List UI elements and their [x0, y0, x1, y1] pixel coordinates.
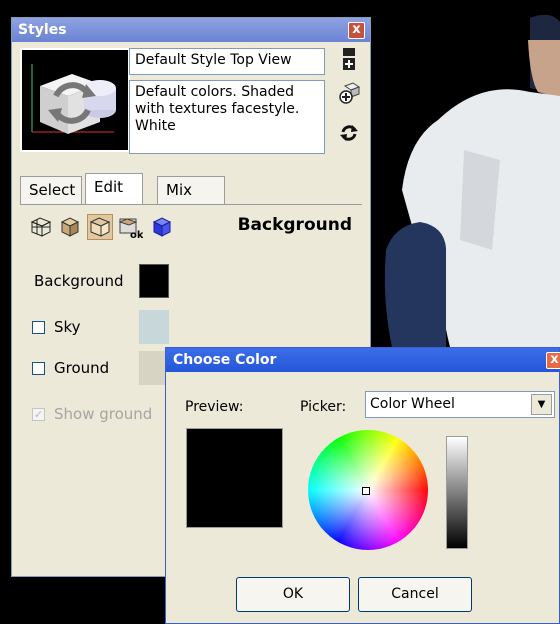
color-preview — [186, 428, 283, 528]
ok-button[interactable]: OK — [236, 577, 350, 612]
choose-color-close-icon[interactable]: x — [546, 352, 560, 369]
background-settings-icon[interactable] — [87, 214, 113, 240]
modeling-settings-icon[interactable] — [149, 214, 175, 240]
ground-label: Ground — [54, 359, 110, 377]
background-label: Background — [34, 272, 124, 290]
show-ground-checkbox[interactable]: ✓ — [32, 408, 45, 421]
picker-select-value: Color Wheel — [370, 396, 455, 412]
choose-color-dialog: Choose Color x Preview: Picker: Color Wh… — [165, 347, 560, 624]
tab-edit[interactable]: Edit — [85, 173, 143, 204]
sky-row: Sky — [32, 318, 81, 336]
ground-row: Ground — [32, 359, 109, 377]
styles-close-icon[interactable]: x — [348, 22, 365, 39]
preview-label: Preview: — [185, 399, 244, 415]
refresh-icon[interactable] — [339, 122, 359, 146]
color-wheel-marker[interactable] — [362, 487, 370, 495]
tab-mix[interactable]: Mix — [157, 176, 225, 204]
edit-settings-toolbar: ok Background — [24, 214, 362, 244]
style-thumbnail[interactable] — [20, 48, 130, 152]
style-name-field[interactable]: Default Style Top View — [129, 48, 325, 75]
update-style-icon[interactable] — [339, 82, 361, 106]
picker-label: Picker: — [300, 399, 347, 415]
chevron-down-icon[interactable]: ▼ — [531, 394, 552, 415]
sky-color-swatch[interactable] — [139, 310, 169, 344]
style-thumbnail-icon — [31, 64, 116, 134]
screen: Styles x Default Style Top View Default … — [0, 0, 560, 624]
tab-divider — [20, 204, 362, 205]
create-style-icon[interactable] — [339, 47, 359, 71]
picker-select[interactable]: Color Wheel ▼ — [365, 391, 555, 418]
sky-label: Sky — [54, 318, 81, 336]
choose-color-title-bar[interactable]: Choose Color — [166, 348, 559, 372]
face-settings-icon[interactable] — [57, 214, 83, 240]
section-title: Background — [237, 215, 352, 235]
edge-settings-icon[interactable] — [28, 214, 54, 240]
background-color-swatch[interactable] — [139, 264, 169, 298]
show-ground-label: Show ground — [54, 405, 153, 423]
svg-text:ok: ok — [130, 230, 143, 240]
show-ground-row: ✓ Show ground — [32, 405, 152, 423]
ground-checkbox[interactable] — [32, 362, 45, 375]
styles-title: Styles — [18, 22, 67, 38]
sky-checkbox[interactable] — [32, 321, 45, 334]
tab-select[interactable]: Select — [20, 176, 82, 204]
watermark-settings-icon[interactable]: ok — [117, 214, 144, 241]
brightness-slider[interactable] — [446, 436, 468, 549]
style-description-field[interactable]: Default colors. Shaded with textures fac… — [129, 80, 325, 154]
cancel-button[interactable]: Cancel — [358, 577, 472, 612]
background-person-image — [384, 14, 560, 347]
styles-tabs: Select Edit Mix — [20, 173, 362, 206]
choose-color-title: Choose Color — [173, 352, 277, 368]
styles-title-bar[interactable]: Styles — [12, 18, 370, 42]
